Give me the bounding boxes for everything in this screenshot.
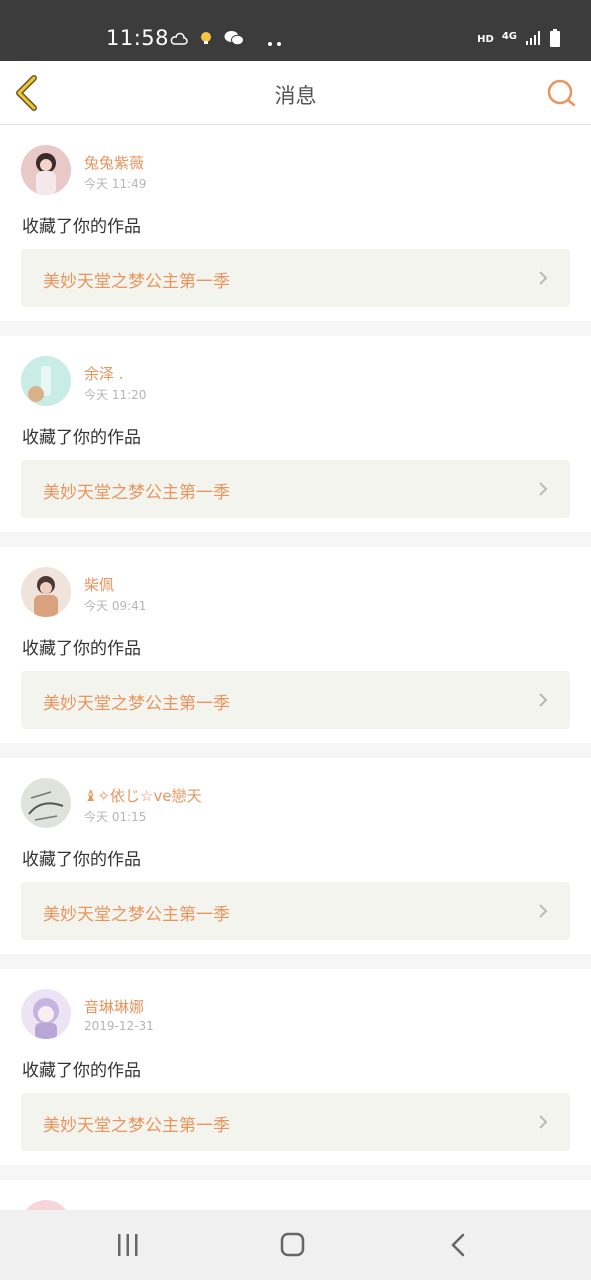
chevron-right-icon [539,904,548,918]
status-icons-left [170,30,282,50]
work-link[interactable]: 美妙天堂之梦公主第一季 [21,1093,570,1151]
work-title: 美妙天堂之梦公主第一季 [43,483,230,503]
action-text: 收藏了你的作品 [22,217,141,237]
page-title: 消息 [274,84,317,108]
action-text: 收藏了你的作品 [22,850,141,870]
status-bar: 11:58 HD 4G [0,0,591,61]
message-card: 柴佩 今天 09:41 收藏了你的作品 美妙天堂之梦公主第一季 [0,547,591,743]
wechat-icon [224,30,244,50]
avatar[interactable] [21,567,71,617]
message-card: ♝✧依じ☆ve戀天 今天 01:15 收藏了你的作品 美妙天堂之梦公主第一季 [0,758,591,954]
work-link[interactable]: 美妙天堂之梦公主第一季 [21,460,570,518]
work-link[interactable]: 美妙天堂之梦公主第一季 [21,671,570,729]
work-link[interactable]: 美妙天堂之梦公主第一季 [21,882,570,940]
header: 消息 [0,61,591,125]
action-text: 收藏了你的作品 [22,639,141,659]
avatar[interactable] [21,356,71,406]
network-label: 4G [501,31,517,42]
hd-label: HD [477,34,494,45]
chevron-right-icon [539,693,548,707]
battery-icon [549,29,561,50]
work-title: 美妙天堂之梦公主第一季 [43,905,230,925]
avatar[interactable] [21,145,71,195]
weather-icon [170,31,188,50]
search-button[interactable] [545,77,577,109]
timestamp: 今天 09:41 [84,599,147,613]
username[interactable]: 兔兔紫薇 [84,152,144,173]
signal-icon [525,31,541,48]
back-icon [451,1233,465,1257]
recent-apps-icon [118,1234,138,1256]
timestamp: 今天 11:20 [84,388,147,402]
recent-apps-button[interactable] [114,1232,142,1258]
work-title: 美妙天堂之梦公主第一季 [43,1116,230,1136]
chevron-right-icon [539,271,548,285]
search-icon [547,79,576,107]
username[interactable]: 余泽 . [84,363,124,384]
chevron-right-icon [539,1115,548,1129]
back-nav-button[interactable] [446,1232,474,1258]
notification-icon [198,30,214,50]
message-list: 兔兔紫薇 今天 11:49 收藏了你的作品 美妙天堂之梦公主第一季 余泽 . 今… [0,125,591,1220]
avatar[interactable] [21,989,71,1039]
work-title: 美妙天堂之梦公主第一季 [43,694,230,714]
username[interactable]: 音琳琳娜 [84,996,144,1017]
chevron-right-icon [539,482,548,496]
timestamp: 今天 11:49 [84,177,147,191]
status-time: 11:58 [106,26,170,50]
work-link[interactable]: 美妙天堂之梦公主第一季 [21,249,570,307]
timestamp: 今天 01:15 [84,810,147,824]
action-text: 收藏了你的作品 [22,1061,141,1081]
status-icons-right: HD 4G [477,29,561,50]
work-title: 美妙天堂之梦公主第一季 [43,272,230,292]
message-card: 兔兔紫薇 今天 11:49 收藏了你的作品 美妙天堂之梦公主第一季 [0,125,591,321]
home-button[interactable] [279,1232,307,1258]
message-card: 音琳琳娜 2019-12-31 收藏了你的作品 美妙天堂之梦公主第一季 [0,969,591,1165]
timestamp: 2019-12-31 [84,1019,154,1033]
navigation-bar [0,1210,591,1280]
avatar[interactable] [21,778,71,828]
more-dots-icon [268,31,282,50]
username[interactable]: 柴佩 [84,574,114,595]
action-text: 收藏了你的作品 [22,428,141,448]
message-card: 余泽 . 今天 11:20 收藏了你的作品 美妙天堂之梦公主第一季 [0,336,591,532]
username[interactable]: ♝✧依じ☆ve戀天 [84,785,202,806]
home-icon [280,1232,305,1257]
